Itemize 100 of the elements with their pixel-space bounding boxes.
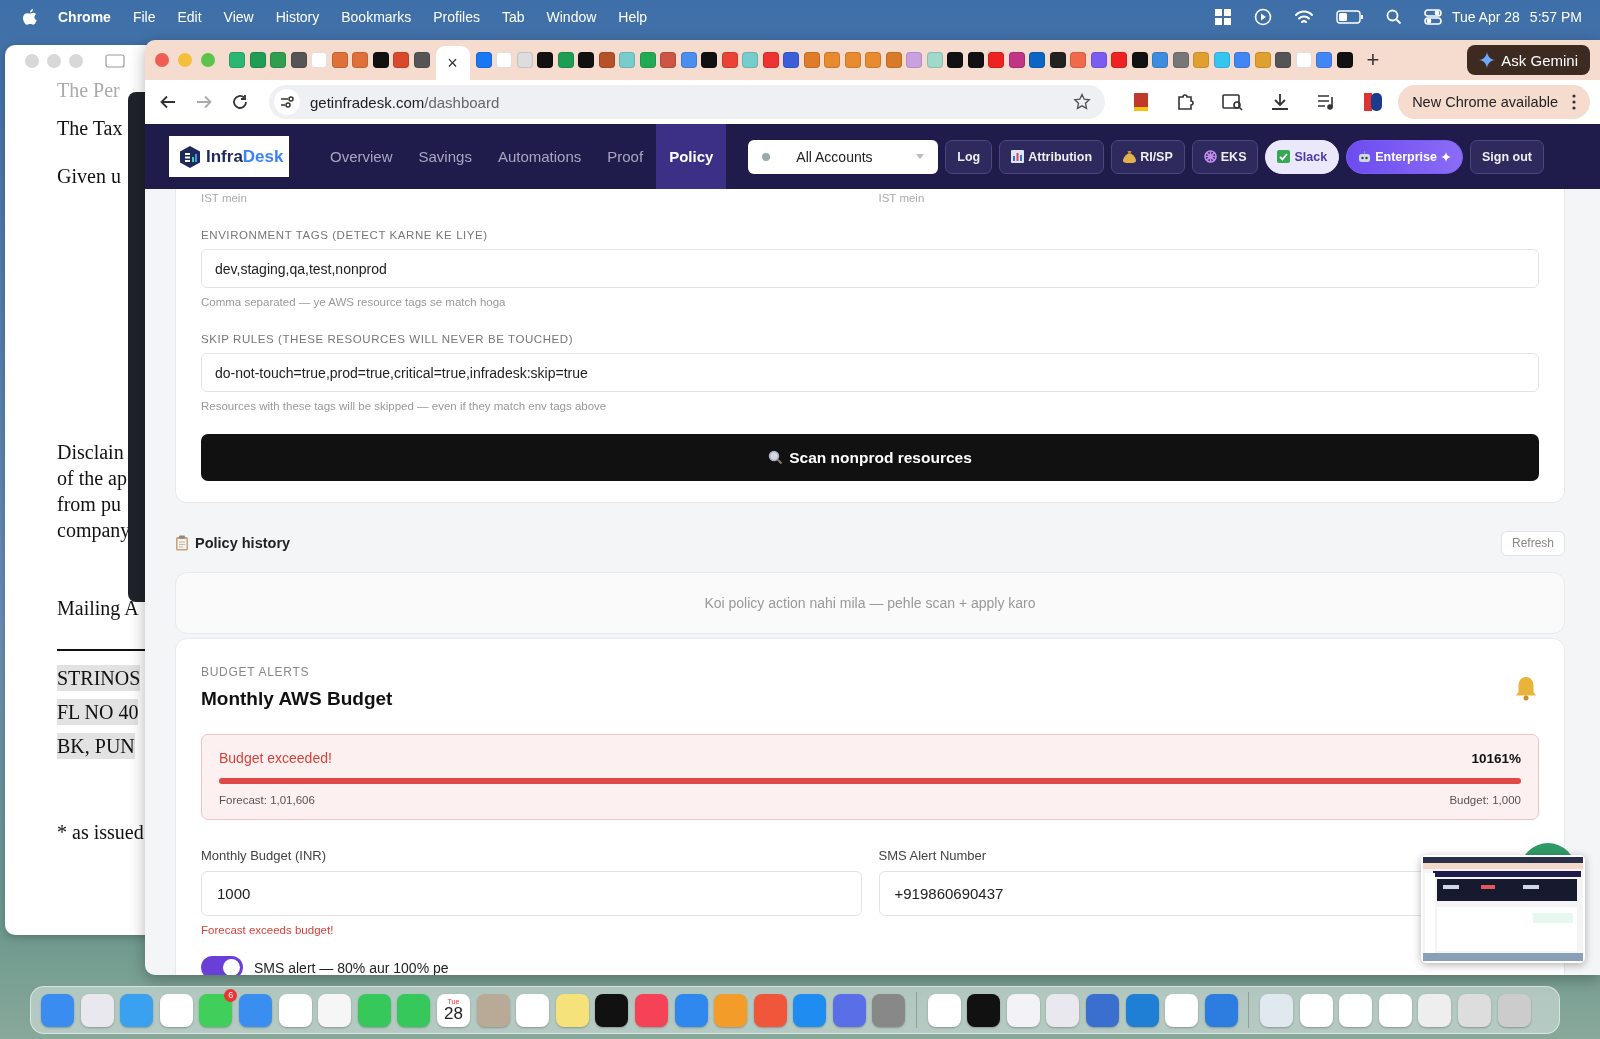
ask-gemini-button[interactable]: Ask Gemini [1467, 45, 1590, 75]
app-icon[interactable] [595, 993, 629, 1027]
window-control-icon[interactable] [25, 54, 39, 68]
clipboard-icon [175, 535, 189, 551]
account-select[interactable]: All Accounts [748, 139, 939, 174]
tab-favicon-icon[interactable] [413, 52, 430, 68]
document-text: Given u [57, 164, 122, 189]
scan-button[interactable]: Scan nonprod resources [201, 434, 1539, 481]
money-bag-icon [1123, 150, 1137, 163]
wheel-icon [1203, 150, 1217, 163]
toggle-switch[interactable] [201, 956, 243, 975]
refresh-button[interactable]: Refresh [1500, 530, 1565, 556]
sidebar-icon[interactable] [105, 54, 125, 68]
chart-icon [1011, 150, 1025, 163]
nav-tab[interactable]: Policy [656, 124, 727, 189]
notification-badge: 6 [224, 988, 238, 1002]
bell-icon[interactable] [1513, 674, 1539, 701]
menu-item[interactable]: Bookmarks [341, 9, 412, 25]
menu-bar-date[interactable]: Tue Apr 28 [1451, 9, 1520, 25]
robot-icon [1358, 150, 1372, 163]
sparkle-icon [1479, 52, 1496, 68]
menu-item[interactable]: History [275, 9, 320, 25]
nav-button[interactable]: Sign out [1470, 139, 1544, 174]
alert-title: Budget exceeded! [219, 750, 332, 766]
logo-hexagon-icon [179, 144, 201, 169]
window-close-button[interactable] [155, 53, 169, 67]
nav-button[interactable]: Enterprise [1346, 139, 1463, 174]
app-menu[interactable]: Chrome [58, 9, 111, 25]
tab-favicon-icon[interactable] [290, 52, 307, 68]
window-minimize-button[interactable] [178, 53, 192, 67]
field-label: SKIP RULES (THESE RESOURCES WILL NEVER BE TOUCHED) [201, 333, 575, 345]
menu-item[interactable]: File [132, 9, 156, 25]
nav-tab[interactable]: Automations [484, 124, 595, 189]
alert-percentage: 10161% [1471, 750, 1521, 766]
field-hint: Comma separated — ye AWS resource tags se match hoga [201, 296, 507, 308]
puzzle-icon[interactable] [1176, 92, 1196, 112]
app-icon[interactable] [967, 993, 1001, 1027]
wifi-icon[interactable] [1293, 9, 1314, 25]
star-icon[interactable] [1073, 93, 1091, 111]
nav-button[interactable]: Slack [1265, 139, 1340, 174]
nav-button[interactable]: RI/SP [1111, 139, 1185, 174]
field-hint: Resources with these tags will be skipped — even if they match env tags above [201, 400, 608, 412]
update-chrome-button[interactable]: New Chrome available [1398, 85, 1590, 119]
tab-favicon-icon[interactable] [947, 52, 963, 68]
media-icon[interactable] [1316, 93, 1336, 111]
section-title: Policy history [195, 535, 291, 551]
text-input-field[interactable]: do-not-touch=true,prod=true,critical=true,infradesk:skip=true [201, 353, 1539, 392]
toggle-label: SMS alert — 80% aur 100% pe [254, 959, 449, 975]
window-control-icon[interactable] [47, 54, 61, 68]
search-icon[interactable] [1385, 9, 1402, 25]
nav-tab[interactable]: Overview [317, 124, 406, 189]
budget-text: Budget: 1,000 [1449, 794, 1521, 806]
play-icon[interactable] [1253, 8, 1272, 26]
text-input-field[interactable]: dev,staging,qa,test,nonprod [201, 249, 1539, 288]
control-center-icon[interactable] [1423, 8, 1442, 26]
tab-close-button[interactable]: × [447, 52, 458, 74]
tab-favicon-icon[interactable] [1131, 52, 1148, 68]
text-input-field[interactable]: 1000 [201, 871, 862, 916]
apple-icon[interactable] [22, 8, 38, 26]
tab-favicon-icon[interactable] [1049, 52, 1066, 68]
nav-button[interactable]: Log [945, 139, 993, 174]
tab-favicon-icon[interactable] [1336, 52, 1353, 68]
caret-icon [916, 154, 925, 159]
document-text: * as issued [57, 820, 145, 845]
nav-button[interactable]: EKS [1191, 139, 1259, 174]
card-title: Monthly AWS Budget [201, 688, 393, 710]
menu-bar-time[interactable]: 5:57 PM [1529, 9, 1582, 25]
active-tab[interactable]: × [435, 46, 470, 80]
window-zoom-button[interactable] [201, 53, 215, 67]
menu-item[interactable]: Tab [501, 9, 525, 25]
screen-search-icon[interactable] [1222, 93, 1244, 111]
menu-item[interactable]: View [223, 9, 254, 25]
menu-item[interactable]: Edit [177, 9, 202, 25]
reload-icon[interactable] [231, 93, 249, 111]
menu-item[interactable]: Window [546, 9, 597, 25]
document-text: FL NO 40 [57, 699, 139, 725]
tab-favicon-icon[interactable] [578, 52, 594, 68]
tab-favicon-icon[interactable] [701, 52, 717, 68]
infradesk-logo[interactable]: InfraDesk [169, 136, 289, 177]
download-icon[interactable] [1270, 92, 1290, 112]
checkmark-icon [1277, 150, 1291, 163]
back-icon[interactable] [159, 93, 177, 111]
menu-item[interactable]: Help [618, 9, 648, 25]
new-tab-button[interactable]: + [1366, 47, 1380, 73]
grid-icon[interactable] [1213, 8, 1232, 26]
nav-tab[interactable]: Savings [405, 124, 485, 189]
nav-tab[interactable]: Proof [594, 124, 657, 189]
window-control-icon[interactable] [69, 54, 83, 68]
tab-favicon-icon[interactable] [537, 52, 553, 68]
menu-item[interactable]: Profiles [433, 9, 480, 25]
tab-favicon-icon[interactable] [372, 52, 389, 68]
battery-icon[interactable] [1335, 10, 1364, 24]
address-bar[interactable]: getinfradesk.com/dashboard [269, 85, 1105, 119]
tab-favicon-icon[interactable] [967, 52, 984, 68]
site-settings-icon[interactable] [274, 89, 300, 115]
empty-state-message: Koi policy action nahi mila — pehle scan + apply karo [704, 595, 1036, 611]
more-icon[interactable] [1572, 94, 1576, 110]
extension-logo-icon[interactable] [1362, 91, 1384, 113]
book-icon[interactable] [1132, 92, 1150, 112]
nav-button[interactable]: Attribution [999, 139, 1105, 174]
